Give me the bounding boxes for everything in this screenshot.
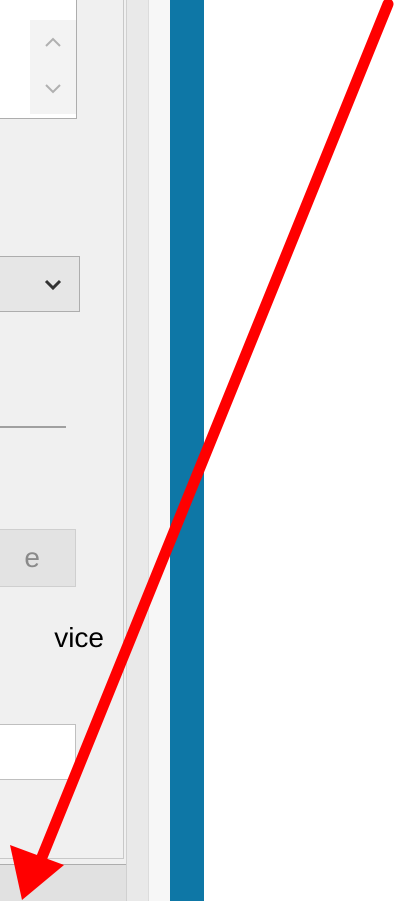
numeric-spin-box[interactable]	[0, 0, 77, 119]
accent-sidebar	[170, 0, 204, 901]
disabled-button-label: e	[24, 542, 40, 573]
chevron-down-icon	[45, 84, 61, 94]
chevron-down-icon	[44, 279, 62, 291]
spin-up-button[interactable]	[30, 20, 76, 67]
section-divider	[0, 426, 66, 428]
spin-buttons	[30, 20, 76, 114]
chevron-up-icon	[45, 37, 61, 47]
scroll-gutter-edge	[148, 0, 170, 901]
option-label: vice	[54, 622, 104, 653]
spin-down-button[interactable]	[30, 67, 76, 114]
text-input[interactable]	[0, 724, 76, 780]
disabled-button: e	[0, 529, 76, 587]
scroll-gutter	[126, 0, 148, 901]
bottom-button[interactable]	[0, 864, 128, 901]
panel-content: e vice	[0, 0, 124, 859]
select-dropdown[interactable]	[0, 256, 80, 312]
dialog-panel: e vice	[0, 0, 126, 862]
blank-area	[204, 0, 404, 901]
